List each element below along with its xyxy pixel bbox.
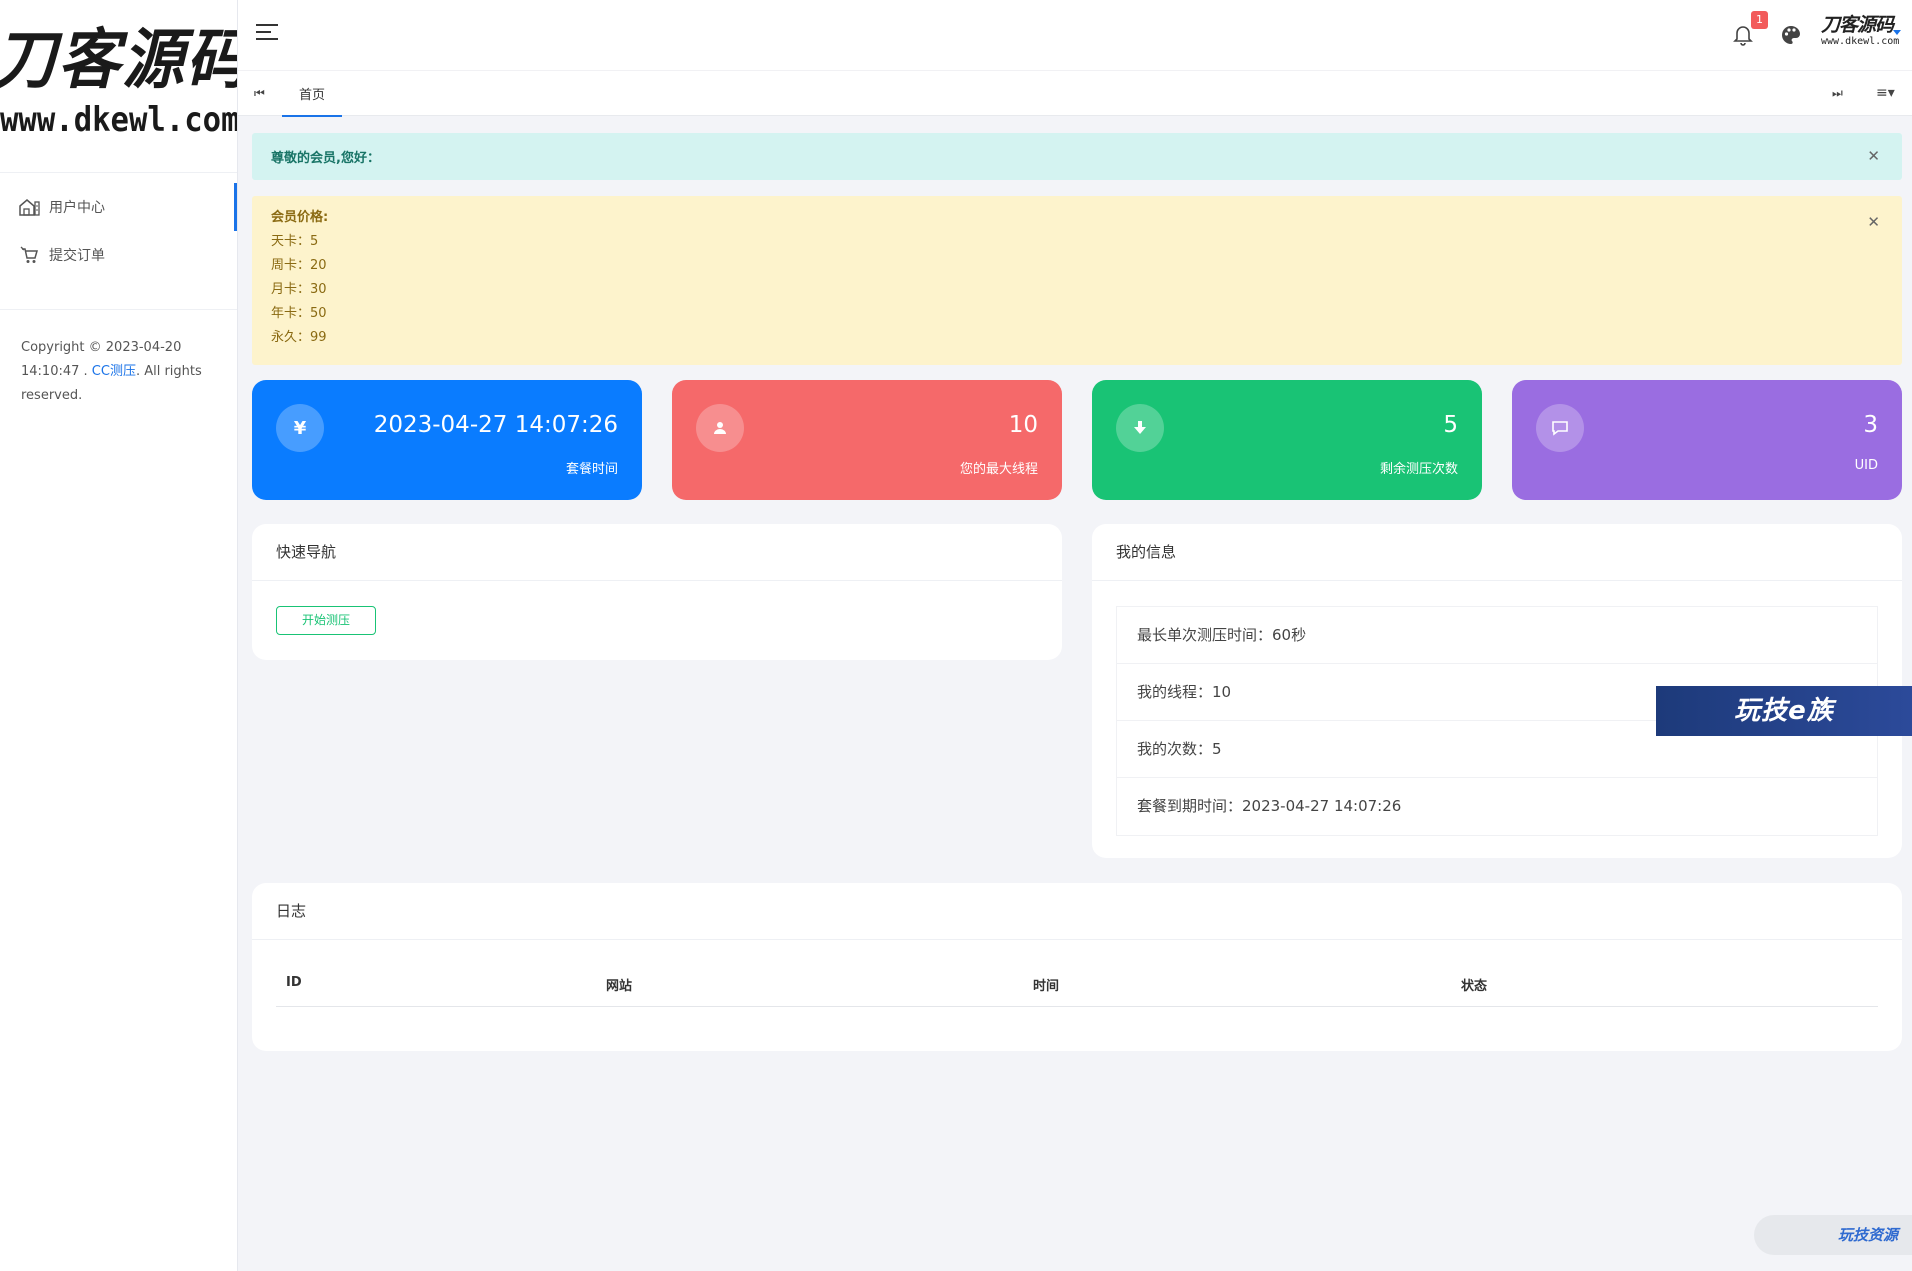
stat-label: UID: [1854, 458, 1878, 473]
sidebar-item-label: 提交订单: [49, 248, 105, 264]
menu-toggle-icon[interactable]: [256, 24, 278, 46]
price-item: 周卡：20: [271, 258, 327, 273]
price-item: 天卡：5: [271, 234, 319, 249]
home-icon: [18, 196, 40, 218]
price-item: 年卡：50: [271, 306, 327, 321]
stat-card-plan-time: ¥ 2023-04-27 14:07:26 套餐时间: [252, 380, 642, 500]
start-test-button[interactable]: 开始测压: [276, 606, 376, 635]
column-header-site[interactable]: 网站: [606, 975, 632, 994]
stat-value: 3: [1863, 412, 1878, 438]
price-item: 月卡：30: [271, 282, 327, 297]
logo-url: www.dkewl.com: [0, 100, 237, 140]
price-item: 永久：99: [271, 330, 327, 345]
stat-value: 2023-04-27 14:07:26: [373, 412, 618, 438]
chevron-down-icon[interactable]: [1893, 30, 1901, 35]
sidebar-item-label: 用户中心: [49, 200, 105, 216]
stat-label: 您的最大线程: [959, 462, 1038, 477]
tab-menu-icon[interactable]: ≡▾: [1876, 85, 1895, 101]
stat-card-max-threads: 10 您的最大线程: [672, 380, 1062, 500]
tab-next-icon[interactable]: ⏭: [1832, 86, 1843, 101]
card-title: 日志: [252, 883, 1902, 940]
log-card: 日志 ID 网站 时间 状态: [252, 883, 1902, 1051]
chat-icon: [1536, 404, 1584, 452]
logo-title: 刀客源码网: [0, 21, 237, 98]
stat-label: 剩余测压次数: [1379, 462, 1458, 477]
close-icon[interactable]: ✕: [1867, 147, 1880, 165]
stat-value: 5: [1443, 412, 1458, 438]
avatar-line1: 刀客源码: [1821, 14, 1894, 36]
price-alert: 会员价格: 天卡：5 周卡：20 月卡：30 年卡：50 永久：99 ✕: [252, 196, 1902, 365]
sidebar-item-submit-order[interactable]: 提交订单: [0, 231, 237, 279]
main-content: 尊敬的会员,您好： ✕ 会员价格: 天卡：5 周卡：20 月卡：30 年卡：50…: [252, 133, 1902, 1051]
stat-label: 套餐时间: [565, 462, 618, 477]
card-title: 我的信息: [1092, 524, 1902, 581]
notification-badge: 1: [1751, 11, 1768, 29]
column-header-id[interactable]: ID: [286, 975, 302, 990]
cart-icon: [18, 244, 40, 266]
copyright: Copyright © 2023-04-20 14:10:47 . CC测压. …: [0, 310, 237, 408]
stats-row: ¥ 2023-04-27 14:07:26 套餐时间 10 您的最大线程 5 剩…: [252, 380, 1902, 500]
avatar[interactable]: 刀客源码 www.dkewl.com: [1821, 14, 1900, 56]
tab-bar: ⏮ 首页 ⏭ ≡▾: [238, 70, 1912, 117]
top-header: 1 刀客源码 www.dkewl.com: [238, 0, 1912, 70]
tab-home[interactable]: 首页: [282, 71, 342, 117]
close-icon[interactable]: ✕: [1867, 210, 1880, 234]
stat-value: 10: [1008, 412, 1038, 438]
stat-card-uid: 3 UID: [1512, 380, 1902, 500]
price-title: 会员价格:: [271, 210, 329, 225]
tab-prev-icon[interactable]: ⏮: [254, 86, 265, 101]
welcome-text: 尊敬的会员,您好：: [271, 151, 380, 166]
column-header-time[interactable]: 时间: [1033, 975, 1059, 994]
watermark-corner: 玩技资源: [1754, 1215, 1912, 1255]
quick-nav-card: 快速导航 开始测压: [252, 524, 1062, 660]
yen-icon: ¥: [276, 404, 324, 452]
sidebar: 刀客源码网 www.dkewl.com 用户中心 提交订单 Copyright …: [0, 0, 238, 1271]
palette-icon[interactable]: [1780, 24, 1802, 46]
download-icon: [1116, 404, 1164, 452]
sidebar-item-user-center[interactable]: 用户中心: [0, 183, 237, 231]
user-icon: [696, 404, 744, 452]
log-table-header: ID 网站 时间 状态: [276, 961, 1878, 1007]
welcome-alert: 尊敬的会员,您好： ✕: [252, 133, 1902, 180]
watermark-banner: 玩技e族: [1656, 686, 1912, 736]
column-header-status[interactable]: 状态: [1461, 975, 1487, 994]
sidebar-nav: 用户中心 提交订单: [0, 172, 237, 310]
stat-card-remaining: 5 剩余测压次数: [1092, 380, 1482, 500]
list-item: 最长单次测压时间：60秒: [1117, 607, 1877, 664]
list-item: 套餐到期时间：2023-04-27 14:07:26: [1137, 797, 1402, 815]
site-logo[interactable]: 刀客源码网 www.dkewl.com: [0, 0, 237, 172]
card-title: 快速导航: [252, 524, 1062, 581]
avatar-line2: www.dkewl.com: [1821, 36, 1900, 47]
copyright-link[interactable]: CC测压: [92, 364, 136, 379]
